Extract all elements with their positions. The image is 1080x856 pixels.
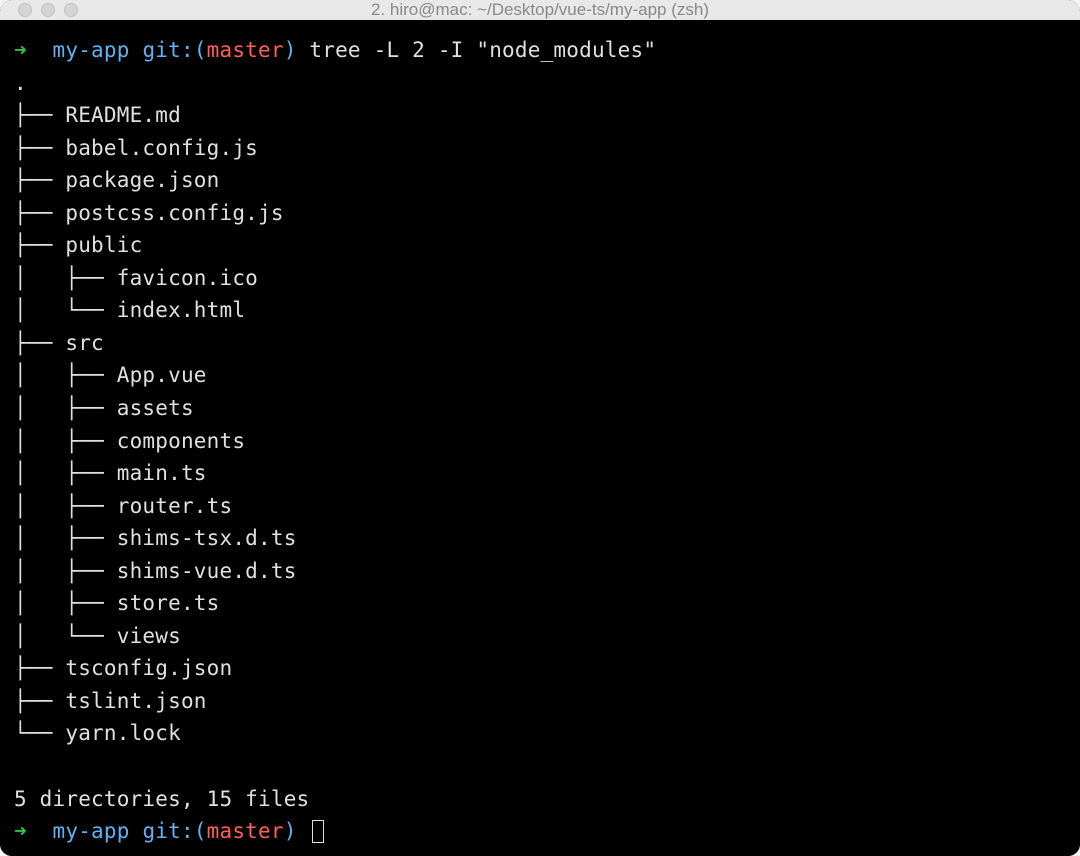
prompt-branch: master bbox=[207, 819, 284, 843]
terminal-window: 2. hiro@mac: ~/Desktop/vue-ts/my-app (zs… bbox=[0, 0, 1080, 856]
prompt-line-1: ➜ my-app git:(master) tree -L 2 -I "node… bbox=[14, 34, 1066, 67]
tree-line: │ ├── shims-tsx.d.ts bbox=[14, 522, 1066, 555]
tree-line: ├── babel.config.js bbox=[14, 132, 1066, 165]
prompt-branch: master bbox=[207, 38, 284, 62]
cursor-icon bbox=[312, 820, 324, 843]
tree-line: ├── src bbox=[14, 327, 1066, 360]
prompt-arrow-icon: ➜ bbox=[14, 819, 27, 843]
tree-line: │ └── index.html bbox=[14, 294, 1066, 327]
maximize-button[interactable] bbox=[64, 3, 78, 17]
prompt-paren-open: ( bbox=[194, 38, 207, 62]
tree-line: ├── tsconfig.json bbox=[14, 652, 1066, 685]
minimize-button[interactable] bbox=[41, 3, 55, 17]
tree-line: ├── public bbox=[14, 229, 1066, 262]
tree-root: . bbox=[14, 67, 1066, 100]
tree-line: │ ├── components bbox=[14, 425, 1066, 458]
tree-line: ├── package.json bbox=[14, 164, 1066, 197]
tree-line: │ ├── App.vue bbox=[14, 359, 1066, 392]
prompt-path: my-app bbox=[53, 38, 130, 62]
titlebar[interactable]: 2. hiro@mac: ~/Desktop/vue-ts/my-app (zs… bbox=[0, 0, 1080, 20]
tree-line: │ ├── store.ts bbox=[14, 587, 1066, 620]
tree-summary: 5 directories, 15 files bbox=[14, 783, 1066, 816]
tree-line: ├── tslint.json bbox=[14, 685, 1066, 718]
blank-line bbox=[14, 750, 1066, 783]
prompt-paren-close: ) bbox=[284, 819, 297, 843]
prompt-line-2: ➜ my-app git:(master) bbox=[14, 815, 1066, 848]
terminal-body[interactable]: ➜ my-app git:(master) tree -L 2 -I "node… bbox=[0, 20, 1080, 856]
prompt-path: my-app bbox=[53, 819, 130, 843]
tree-line: │ ├── shims-vue.d.ts bbox=[14, 555, 1066, 588]
window-title: 2. hiro@mac: ~/Desktop/vue-ts/my-app (zs… bbox=[18, 0, 1062, 20]
prompt-arrow-icon: ➜ bbox=[14, 38, 27, 62]
tree-line: │ ├── assets bbox=[14, 392, 1066, 425]
prompt-git-label: git: bbox=[142, 38, 193, 62]
tree-line: │ ├── favicon.ico bbox=[14, 262, 1066, 295]
tree-line: └── yarn.lock bbox=[14, 717, 1066, 750]
prompt-paren-close: ) bbox=[284, 38, 297, 62]
close-button[interactable] bbox=[18, 3, 32, 17]
traffic-lights bbox=[18, 3, 78, 17]
command-text: tree -L 2 -I "node_modules" bbox=[309, 38, 656, 62]
prompt-git-label: git: bbox=[142, 819, 193, 843]
prompt-paren-open: ( bbox=[194, 819, 207, 843]
tree-line: ├── postcss.config.js bbox=[14, 197, 1066, 230]
tree-line: │ ├── router.ts bbox=[14, 490, 1066, 523]
tree-line: │ ├── main.ts bbox=[14, 457, 1066, 490]
tree-line: ├── README.md bbox=[14, 99, 1066, 132]
tree-line: │ └── views bbox=[14, 620, 1066, 653]
